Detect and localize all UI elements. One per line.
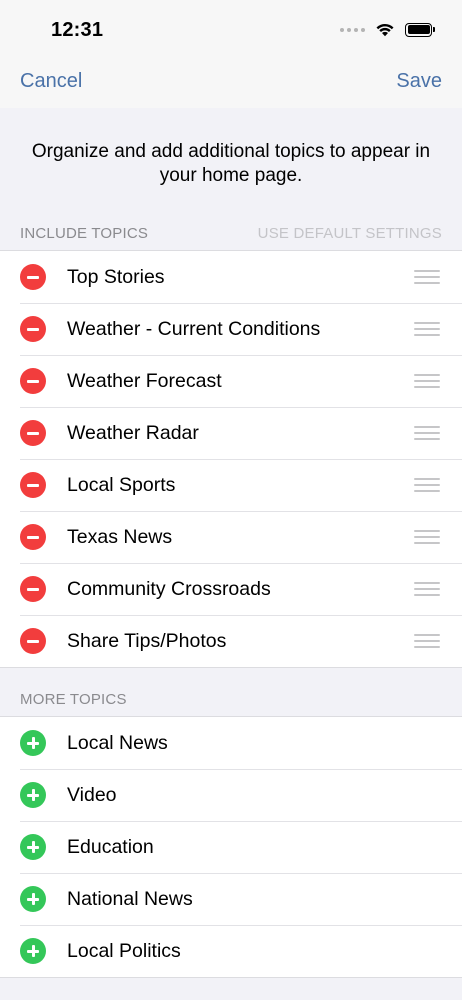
topic-label: Local News <box>67 731 168 754</box>
status-icons <box>340 22 435 37</box>
add-icon[interactable] <box>20 938 46 964</box>
topic-label: Weather - Current Conditions <box>67 317 321 340</box>
status-bar: 12:31 <box>0 0 462 58</box>
nav-bar: Cancel Save <box>0 58 462 108</box>
save-button[interactable]: Save <box>396 70 442 93</box>
list-item[interactable]: Texas News <box>0 511 462 563</box>
use-default-settings-button[interactable]: USE DEFAULT SETTINGS <box>258 225 442 242</box>
list-item[interactable]: Video <box>0 769 462 821</box>
list-item[interactable]: Education <box>0 821 462 873</box>
topic-label: Education <box>67 835 154 858</box>
status-time: 12:31 <box>51 19 104 41</box>
more-topics-list: Local News Video Education National News Loc… <box>0 716 462 978</box>
topic-label: Weather Forecast <box>67 369 222 392</box>
add-icon[interactable] <box>20 834 46 860</box>
list-item[interactable]: Local Sports <box>0 459 462 511</box>
topic-label: Texas News <box>67 525 173 548</box>
drag-handle-icon[interactable] <box>414 530 440 544</box>
drag-handle-icon[interactable] <box>414 478 440 492</box>
list-item[interactable]: Top Stories <box>0 251 462 303</box>
add-icon[interactable] <box>20 886 46 912</box>
drag-handle-icon[interactable] <box>414 582 440 596</box>
intro-text: Organize and add additional topics to ap… <box>31 141 431 186</box>
topic-label: Local Politics <box>67 939 181 962</box>
drag-handle-icon[interactable] <box>414 374 440 388</box>
topic-label: National News <box>67 887 193 910</box>
remove-icon[interactable] <box>20 524 46 550</box>
drag-handle-icon[interactable] <box>414 322 440 336</box>
topic-label: Video <box>67 783 117 806</box>
remove-icon[interactable] <box>20 576 46 602</box>
topic-label: Local Sports <box>67 473 176 496</box>
wifi-icon <box>376 23 394 37</box>
list-item[interactable]: Share Tips/Photos <box>0 615 462 667</box>
include-topics-list: Top Stories Weather - Current Conditions W… <box>0 250 462 668</box>
cancel-button[interactable]: Cancel <box>20 70 82 93</box>
remove-icon[interactable] <box>20 264 46 290</box>
topic-label: Share Tips/Photos <box>67 629 227 652</box>
cellular-signal-icon <box>340 27 365 32</box>
remove-icon[interactable] <box>20 472 46 498</box>
drag-handle-icon[interactable] <box>414 426 440 440</box>
topic-label: Weather Radar <box>67 421 199 444</box>
list-item[interactable]: Local Politics <box>0 925 462 977</box>
drag-handle-icon[interactable] <box>414 270 440 284</box>
remove-icon[interactable] <box>20 368 46 394</box>
list-item[interactable]: Local News <box>0 717 462 769</box>
include-topics-header: INCLUDE TOPICS USE DEFAULT SETTINGS <box>0 218 462 250</box>
remove-icon[interactable] <box>20 420 46 446</box>
add-icon[interactable] <box>20 782 46 808</box>
remove-icon[interactable] <box>20 316 46 342</box>
topic-label: Top Stories <box>67 265 165 288</box>
list-item[interactable]: Weather Forecast <box>0 355 462 407</box>
drag-handle-icon[interactable] <box>414 634 440 648</box>
more-topics-header: MORE TOPICS <box>0 668 462 716</box>
list-item[interactable]: Community Crossroads <box>0 563 462 615</box>
list-item[interactable]: Weather - Current Conditions <box>0 303 462 355</box>
list-item[interactable]: Weather Radar <box>0 407 462 459</box>
include-topics-title: INCLUDE TOPICS <box>20 225 149 242</box>
more-topics-title: MORE TOPICS <box>20 691 127 708</box>
list-item[interactable]: National News <box>0 873 462 925</box>
remove-icon[interactable] <box>20 628 46 654</box>
battery-icon <box>405 22 435 37</box>
topic-label: Community Crossroads <box>67 577 271 600</box>
add-icon[interactable] <box>20 730 46 756</box>
